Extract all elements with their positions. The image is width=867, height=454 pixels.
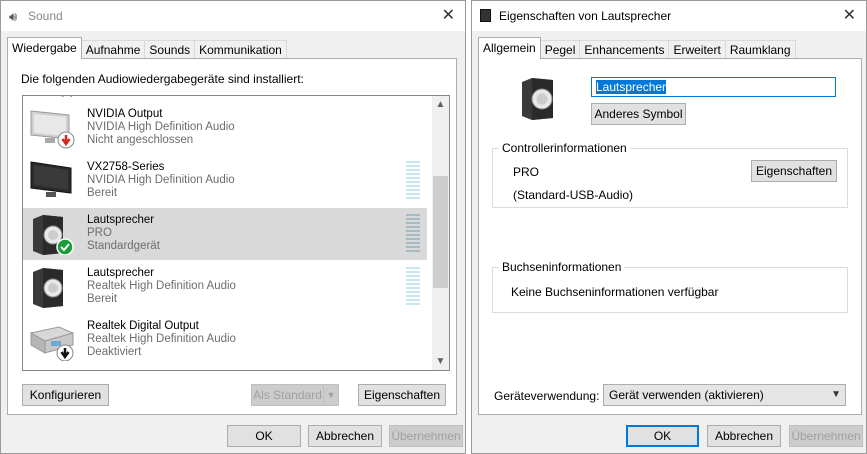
- title-bar: Eigenschaften von Lautsprecher ✕: [472, 1, 866, 31]
- chevron-down-icon: ▼: [831, 389, 841, 400]
- device-driver: PRO: [87, 227, 112, 239]
- scroll-up-icon[interactable]: ▲: [432, 96, 449, 113]
- window-title: Eigenschaften von Lautsprecher: [499, 9, 672, 23]
- level-meter: [406, 267, 420, 307]
- device-name-input[interactable]: Lautsprecher: [591, 77, 836, 97]
- list-item-lautsprecher-pro[interactable]: Lautsprecher PRO Standardgerät: [23, 208, 427, 260]
- speaker-icon: [33, 268, 63, 308]
- jack-info-heading: Buchseninformationen: [499, 260, 625, 274]
- controller-properties-button[interactable]: Eigenschaften: [751, 160, 837, 182]
- list-item-nvidia-output[interactable]: NVIDIA Output NVIDIA High Definition Aud…: [23, 102, 427, 154]
- set-default-button: Als Standard ▼: [251, 384, 339, 406]
- tab-strip: Wiedergabe Aufnahme Sounds Kommunikation: [7, 37, 287, 59]
- properties-button[interactable]: Eigenschaften: [358, 384, 446, 406]
- level-meter: [406, 161, 420, 201]
- apply-button: Übernehmen: [389, 425, 463, 447]
- configure-button[interactable]: Konfigurieren: [22, 384, 109, 406]
- speaker-icon: [33, 215, 74, 255]
- digital-output-icon: [29, 326, 75, 361]
- apply-button: Übernehmen: [789, 425, 863, 447]
- tab-wiedergabe[interactable]: Wiedergabe: [7, 37, 82, 59]
- tab-aufnahme[interactable]: Aufnahme: [80, 40, 146, 59]
- device-status: Bereit: [87, 293, 118, 305]
- controller-detail: (Standard-USB-Audio): [513, 188, 634, 202]
- device-name: Lautsprecher: [87, 267, 155, 279]
- controller-info-heading: Controllerinformationen: [499, 141, 630, 155]
- ok-button[interactable]: OK: [626, 425, 699, 447]
- change-icon-button[interactable]: Anderes Symbol: [591, 103, 686, 125]
- device-status: Nicht angeschlossen: [87, 134, 194, 146]
- device-list-scrollbar[interactable]: ▲ ▼: [432, 96, 449, 370]
- jack-info-text: Keine Buchseninformationen verfügbar: [511, 285, 719, 299]
- device-name: NVIDIA Output: [87, 108, 163, 120]
- ok-button[interactable]: OK: [227, 425, 301, 447]
- speaker-icon: [522, 78, 553, 120]
- cancel-button[interactable]: Abbrechen: [707, 425, 781, 447]
- general-panel: Lautsprecher Anderes Symbol Controllerin…: [478, 58, 862, 415]
- set-default-label: Als Standard: [253, 388, 322, 402]
- default-check-badge-icon: [56, 238, 74, 255]
- monitor-icon: [30, 110, 75, 149]
- scrollbar-thumb[interactable]: [433, 176, 448, 288]
- device-status: Bereit: [87, 187, 118, 199]
- device-usage-select[interactable]: Gerät verwenden (aktivieren) ▼: [603, 384, 846, 406]
- device-usage-value: Gerät verwenden (aktivieren): [609, 388, 764, 402]
- tab-erweitert[interactable]: Erweitert: [668, 40, 726, 59]
- tab-sounds[interactable]: Sounds: [144, 40, 196, 59]
- tab-pegel[interactable]: Pegel: [539, 40, 581, 59]
- tab-strip: Allgemein Pegel Enhancements Erweitert R…: [478, 37, 796, 59]
- scroll-down-icon[interactable]: ▼: [432, 353, 449, 370]
- tab-enhancements[interactable]: Enhancements: [579, 40, 670, 59]
- controller-info-group: Controllerinformationen PRO (Standard-US…: [492, 141, 848, 208]
- speaker-properties-window: Eigenschaften von Lautsprecher ✕ Allgeme…: [471, 0, 867, 454]
- list-item-vx2758[interactable]: VX2758-Series NVIDIA High Definition Aud…: [23, 155, 427, 207]
- tab-raumklang[interactable]: Raumklang: [724, 40, 796, 59]
- device-status: Standardgerät: [87, 240, 160, 252]
- jack-info-group: Buchseninformationen Keine Buchseninform…: [492, 260, 848, 313]
- close-icon[interactable]: ✕: [843, 5, 856, 25]
- speaker-icon: [61, 96, 73, 97]
- tab-allgemein[interactable]: Allgemein: [478, 37, 541, 59]
- controller-name: PRO: [513, 165, 540, 179]
- chevron-down-icon: ▼: [323, 385, 338, 405]
- list-item-realtek-digital[interactable]: Realtek Digital Output Realtek High Defi…: [23, 314, 427, 366]
- sound-window: 🔊︎ Sound ✕ Wiedergabe Aufnahme Sounds Ko…: [0, 0, 466, 454]
- device-usage-label: Geräteverwendung:: [494, 389, 600, 403]
- device-name: Lautsprecher: [87, 214, 155, 226]
- cancel-button[interactable]: Abbrechen: [308, 425, 382, 447]
- instruction-text: Die folgenden Audiowiedergabegeräte sind…: [21, 72, 304, 86]
- window-title: Sound: [28, 9, 63, 23]
- title-bar: 🔊︎ Sound ✕: [1, 1, 465, 31]
- device-driver: Realtek High Definition Audio: [87, 333, 236, 345]
- device-driver: NVIDIA High Definition Audio: [87, 174, 235, 186]
- device-driver: NVIDIA High Definition Audio: [87, 121, 235, 133]
- device-name-text: Lautsprecher: [596, 80, 667, 94]
- device-status: Deaktiviert: [87, 346, 142, 358]
- device-driver: Realtek High Definition Audio: [87, 280, 236, 292]
- device-name: VX2758-Series: [87, 161, 165, 173]
- tab-kommunikation[interactable]: Kommunikation: [194, 40, 287, 59]
- list-item-partial[interactable]: [23, 96, 427, 102]
- device-name: Realtek Digital Output: [87, 320, 199, 332]
- speaker-app-icon: [480, 9, 491, 22]
- list-item-lautsprecher-realtek[interactable]: Lautsprecher Realtek High Definition Aud…: [23, 261, 427, 313]
- speaker-app-icon: 🔊︎: [9, 9, 18, 24]
- monitor-icon: [30, 161, 72, 197]
- playback-panel: Die folgenden Audiowiedergabegeräte sind…: [7, 58, 457, 415]
- close-icon[interactable]: ✕: [442, 5, 455, 25]
- device-list: NVIDIA Output NVIDIA High Definition Aud…: [22, 95, 450, 371]
- level-meter: [406, 214, 420, 254]
